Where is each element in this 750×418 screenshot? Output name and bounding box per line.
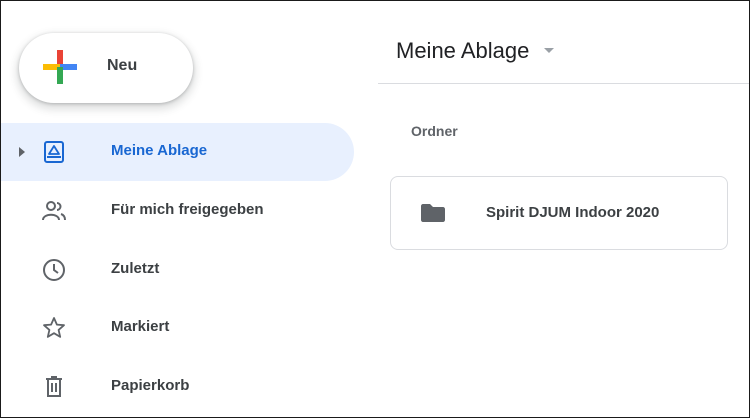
section-label-folders: Ordner [411,123,458,139]
page-title[interactable]: Meine Ablage [396,38,555,64]
sidebar-item-recent[interactable]: Zuletzt [1,241,354,299]
sidebar-item-label: Markiert [111,318,170,335]
star-icon [43,317,65,338]
page-title-text: Meine Ablage [396,38,530,63]
sidebar-item-label: Für mich freigegeben [111,201,264,218]
folder-name: Spirit DJUM Indoor 2020 [486,204,660,221]
sidebar-item-starred[interactable]: Markiert [1,299,354,357]
sidebar-item-my-drive[interactable]: Meine Ablage [1,123,354,181]
trash-icon [46,376,62,397]
sidebar-item-label: Meine Ablage [111,142,208,159]
sidebar-item-label: Papierkorb [111,377,190,394]
sidebar-item-shared[interactable]: Für mich freigegeben [1,182,354,240]
chevron-down-icon [544,48,555,53]
shared-with-me-icon [42,201,66,221]
plus-icon [43,50,77,84]
folder-icon [421,204,445,222]
expand-arrow-icon[interactable] [17,145,27,159]
my-drive-icon [44,141,64,163]
sidebar-item-label: Zuletzt [111,260,160,277]
header-divider [378,83,749,84]
folder-card[interactable]: Spirit DJUM Indoor 2020 [390,176,728,250]
new-button-label: Neu [107,57,138,74]
clock-icon [43,259,65,281]
drive-window: Neu Meine Ablage Für mich freigegeben Zu… [0,0,750,418]
sidebar-item-trash[interactable]: Papierkorb [1,358,354,416]
new-button[interactable]: Neu [19,33,193,103]
